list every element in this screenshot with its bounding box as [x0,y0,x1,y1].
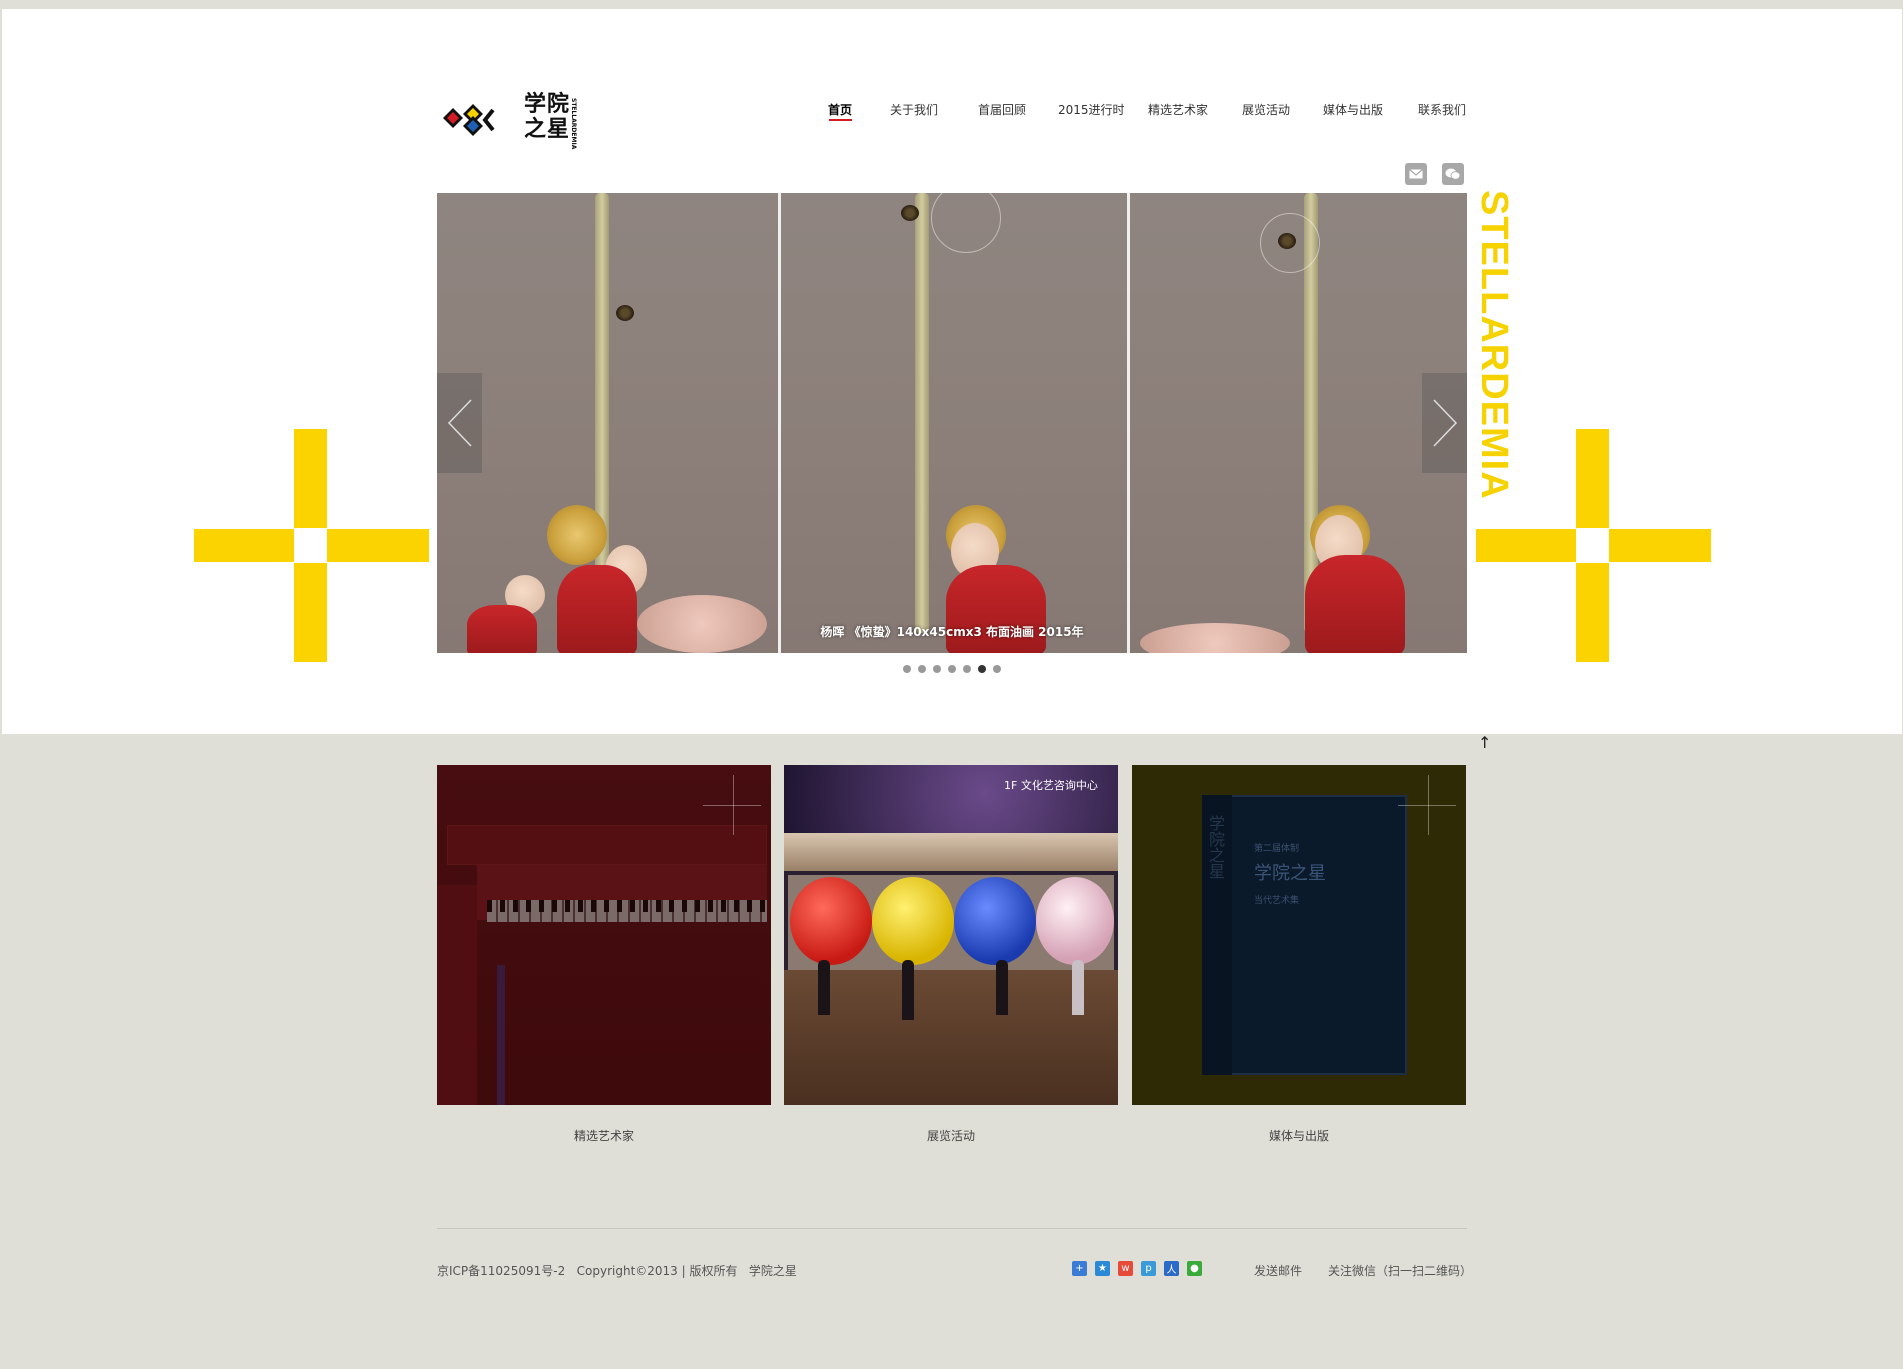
slider-dot[interactable] [933,665,941,673]
book-title: 学院之星 [1254,863,1326,884]
book-subtitle: 第二届体制 [1254,844,1300,854]
cross-bar [1476,529,1576,562]
wood-floor [784,970,1118,1105]
side-brand-text: STELLARDEMIA [1473,190,1515,500]
share-wechat-icon[interactable]: ● [1187,1261,1202,1276]
slide-panel-center [781,193,1127,653]
tile-cross-line [703,805,761,806]
person-figure [818,960,830,1015]
book-subtitle: 当代艺术集 [1254,896,1300,906]
cross-bar [194,529,294,562]
person-figure [1072,960,1084,1015]
tile-label-media[interactable]: 媒体与出版 [1132,1127,1466,1144]
spider-web [931,193,1001,253]
yellow-orb [872,877,954,965]
tile-exhibitions[interactable]: 1F 文化艺咨询中心 [784,765,1118,1105]
nav-artists[interactable]: 精选艺术家 [1148,101,1208,118]
cross-bar [327,529,429,562]
slider-dot[interactable] [903,665,911,673]
slider-next-button[interactable] [1422,373,1467,473]
person-figure [996,960,1008,1015]
follow-wechat-link[interactable]: 关注微信（扫一扫二维码） [1328,1262,1472,1279]
tile-label-exhibitions[interactable]: 展览活动 [784,1127,1118,1144]
share-renren-icon[interactable]: 人 [1164,1261,1179,1276]
slider-dot[interactable] [918,665,926,673]
slider-dot-active[interactable] [978,665,986,673]
nav-active-indicator [829,119,852,121]
tile-label-artists[interactable]: 精选艺术家 [437,1127,771,1144]
logo-mark-icon [443,104,495,136]
logo-line-1: 学院 [524,92,571,117]
slider-dot[interactable] [948,665,956,673]
send-mail-link[interactable]: 发送邮件 [1254,1262,1302,1279]
ceiling-lights [784,765,1118,835]
slider-pagination [903,665,1001,673]
cross-bar [1609,529,1711,562]
tile-cross-line [1398,805,1456,806]
person-figure [902,960,914,1020]
spider [1278,233,1296,249]
spider [616,305,634,321]
slide-panel-right [1130,193,1467,653]
logo-text: 学院 之星 [524,92,570,142]
logo-side-text: STELLARDEMIA [570,98,577,150]
nav-2015[interactable]: 2015进行时 [1058,101,1125,118]
wechat-icon[interactable] [1442,163,1464,185]
chevron-left-icon [447,399,472,447]
nav-media[interactable]: 媒体与出版 [1323,101,1383,118]
book-spine-title: 学院之星 [1206,815,1225,879]
tile-artists[interactable] [437,765,771,1105]
share-qzone-icon[interactable]: ★ [1095,1261,1110,1276]
tile-bg [437,765,771,1105]
slide-panel-left [437,193,778,653]
slider-dot[interactable] [993,665,1001,673]
piano-lid [447,825,767,865]
share-plus-icon[interactable]: + [1072,1261,1087,1276]
share-tencent-icon[interactable]: p [1141,1261,1156,1276]
tile-cross-line [733,775,734,835]
hero-slider[interactable]: 杨晖 《惊蛰》140x45cmx3 布面油画 2015年 [437,193,1467,653]
venue-sign: 1F 文化艺咨询中心 [1004,779,1098,792]
blue-orb [954,877,1036,965]
back-to-top-icon[interactable]: ↑ [1478,733,1491,752]
nav-review[interactable]: 首届回顾 [978,101,1026,118]
cross-bar [1576,429,1609,528]
spider [901,205,919,221]
cross-bar [294,429,327,528]
pink-orb [1036,877,1114,965]
nav-contact[interactable]: 联系我们 [1418,101,1466,118]
stand [497,965,505,1105]
painting-pole [915,193,929,633]
footer-divider [437,1228,1467,1229]
nav-home[interactable]: 首页 [828,101,852,118]
cross-bar [1576,563,1609,662]
slider-prev-button[interactable] [437,373,482,473]
slider-dot[interactable] [963,665,971,673]
slide-caption: 杨晖 《惊蛰》140x45cmx3 布面油画 2015年 [820,625,1084,639]
piano-black-keys [487,900,767,912]
tile-cross-line [1428,775,1429,835]
nav-exhibitions[interactable]: 展览活动 [1242,101,1290,118]
book-cover [1202,795,1407,1075]
mail-icon[interactable] [1405,163,1427,185]
share-weibo-icon[interactable]: w [1118,1261,1133,1276]
piano-side [437,885,477,1105]
chevron-right-icon [1432,399,1457,447]
footer-copyright: 京ICP备11025091号-2 Copyright©2013 | 版权所有 学… [437,1264,797,1278]
red-orb [790,877,872,965]
halo [547,505,607,565]
nav-about[interactable]: 关于我们 [890,101,938,118]
tile-media[interactable]: 学院之星 第二届体制 学院之星 当代艺术集 [1132,765,1466,1105]
cross-bar [294,563,327,662]
top-band [0,0,1903,9]
wall-top [784,833,1118,871]
logo-line-2: 之星 [524,117,571,142]
